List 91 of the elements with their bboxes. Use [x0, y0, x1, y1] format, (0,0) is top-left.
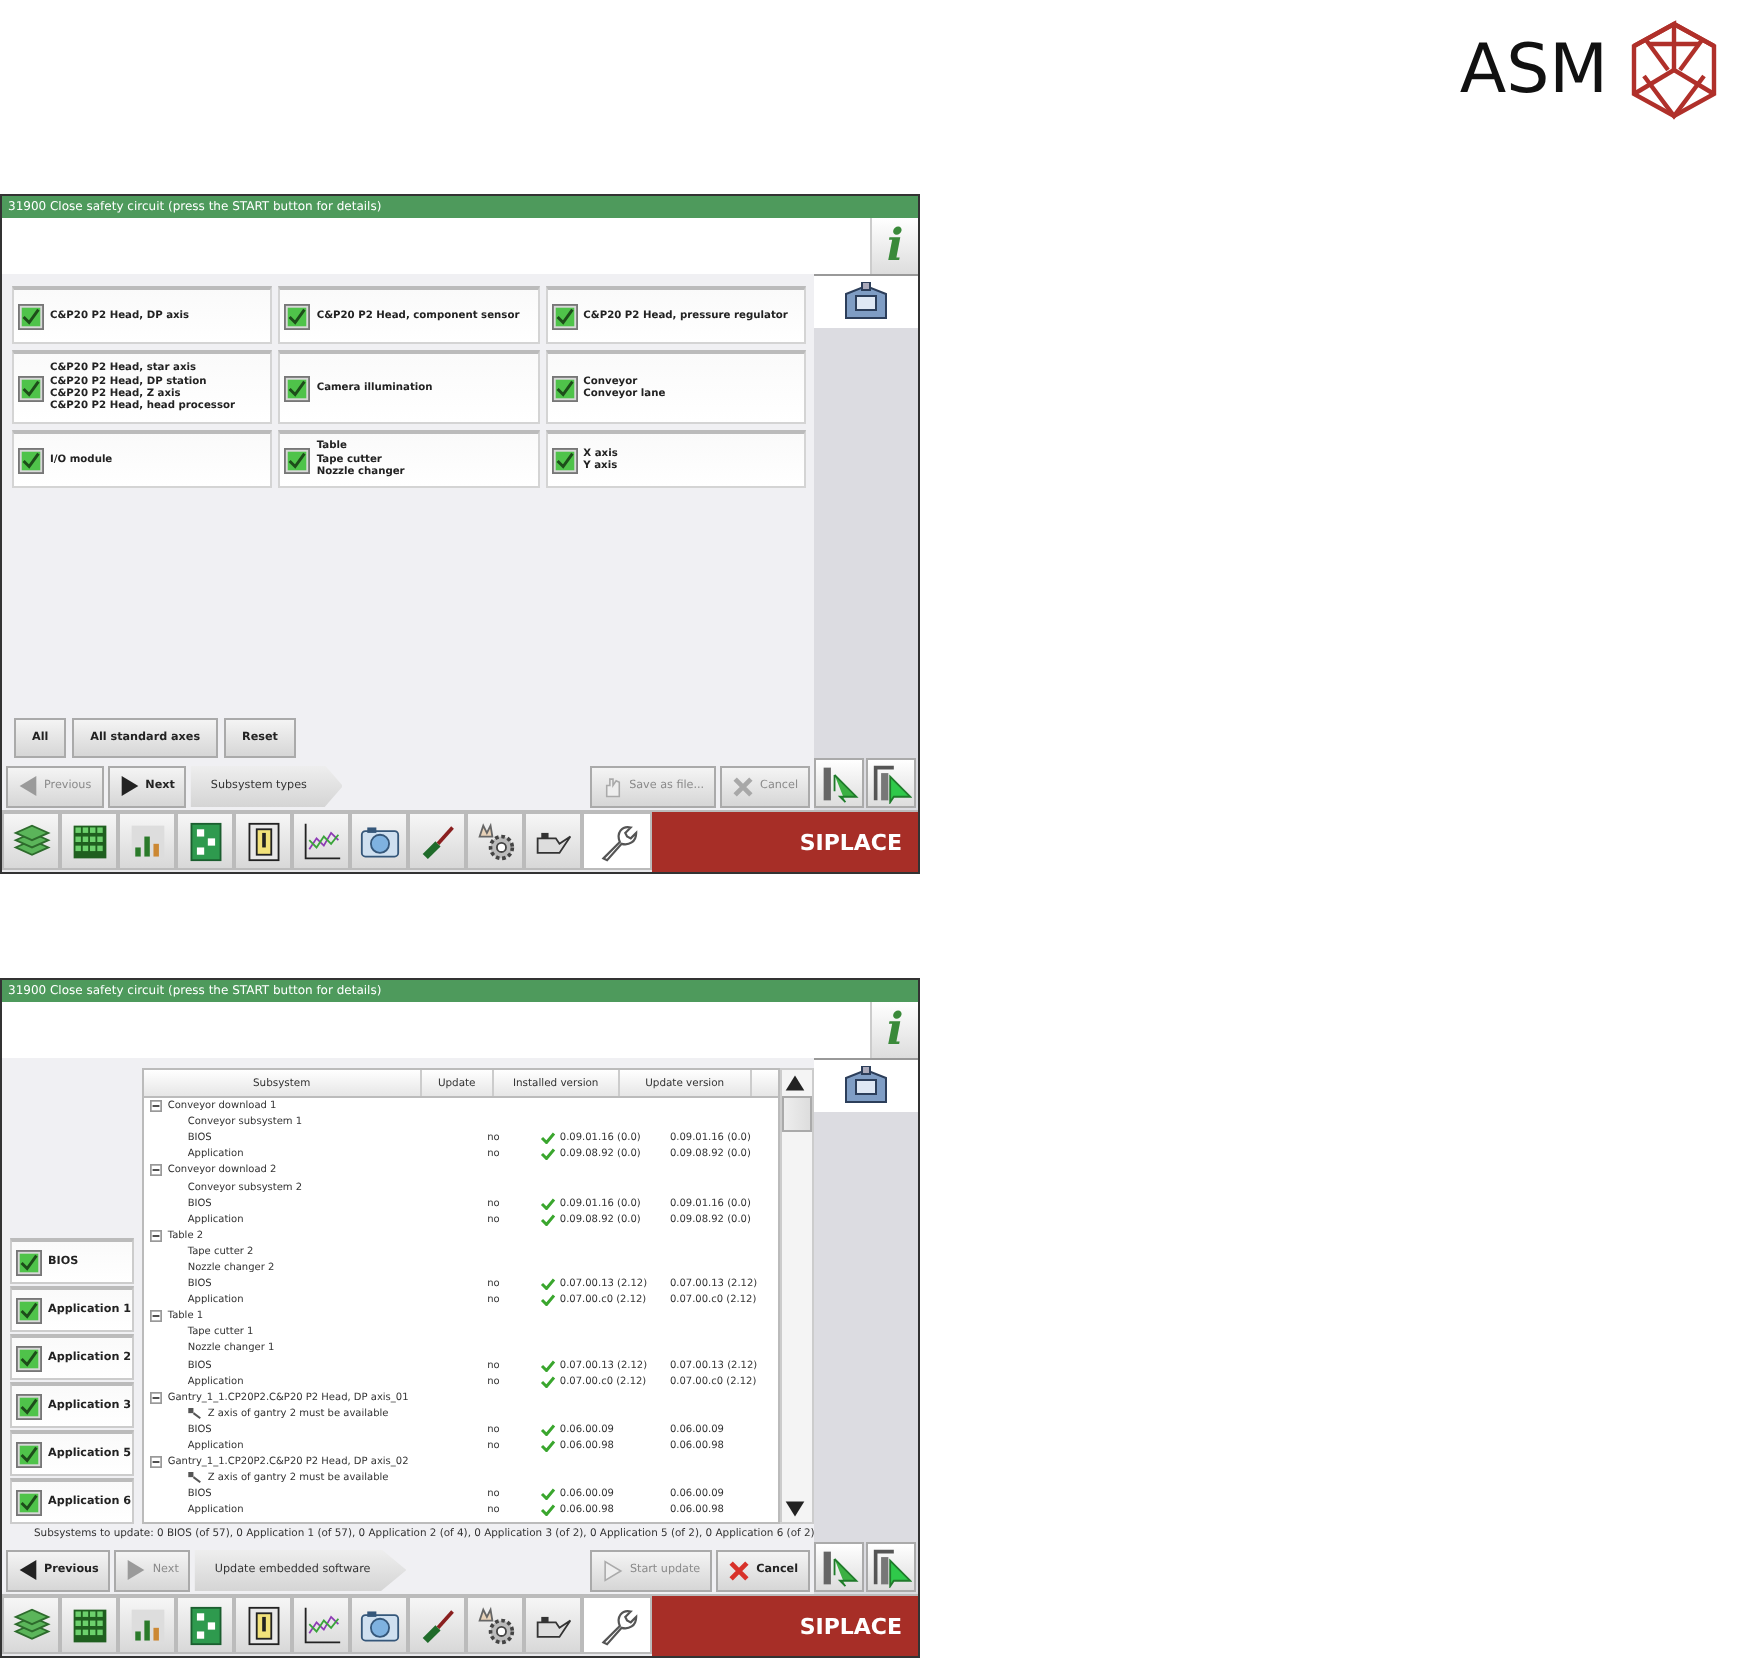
taskbar-button[interactable] [60, 1596, 118, 1654]
play-icon [601, 1559, 624, 1581]
expander-icon[interactable] [149, 1100, 162, 1113]
taskbar-button[interactable] [292, 1596, 350, 1654]
line-chart-icon [301, 821, 341, 861]
arrow-button[interactable] [814, 758, 864, 808]
close-icon [728, 1559, 751, 1581]
expander-icon[interactable] [149, 1456, 162, 1469]
taskbar-button[interactable] [234, 812, 292, 870]
checkbox[interactable] [551, 303, 578, 329]
grid-icon [69, 1605, 109, 1645]
camera-icon [359, 821, 399, 861]
checkbox[interactable] [16, 1489, 42, 1515]
side-tab[interactable] [814, 1058, 918, 1112]
taskbar-button[interactable] [466, 1596, 524, 1654]
taskbar-button[interactable] [524, 812, 582, 870]
arrow-icon [871, 763, 911, 803]
checkbox[interactable] [16, 1345, 42, 1371]
circuit-board-icon [185, 821, 225, 861]
grid-icon [69, 821, 109, 861]
screwdriver-icon [417, 821, 457, 861]
checkbox[interactable] [18, 375, 44, 401]
expander-icon[interactable] [149, 1310, 162, 1323]
forward-icon [119, 774, 140, 798]
bar-chart-icon [127, 1605, 167, 1645]
screwdriver-icon [417, 1605, 457, 1645]
taskbar-button[interactable] [176, 812, 234, 870]
side-tab[interactable] [814, 274, 918, 328]
stack-icon [11, 821, 51, 861]
wrench-icon [597, 1605, 637, 1645]
checkbox[interactable] [16, 1249, 42, 1275]
forward-icon [126, 1558, 147, 1582]
checkbox[interactable] [18, 447, 44, 473]
brand-text: SIPLACE [799, 1613, 902, 1639]
taskbar-button[interactable] [350, 1596, 408, 1654]
checkbox[interactable] [284, 447, 311, 473]
checkbox[interactable] [551, 447, 578, 473]
back-icon [18, 774, 38, 798]
checkbox[interactable] [16, 1393, 42, 1419]
arrow-button[interactable] [866, 758, 916, 808]
tool-icon [187, 1407, 204, 1420]
taskbar-button[interactable] [60, 812, 118, 870]
bar-chart-icon [127, 821, 167, 861]
brand-text: SIPLACE [799, 829, 902, 855]
info-button[interactable]: i [870, 1002, 918, 1058]
arrow-icon [819, 763, 859, 803]
cabinet-icon [243, 1605, 283, 1645]
taskbar-button[interactable] [350, 812, 408, 870]
checkbox[interactable] [551, 375, 578, 401]
taskbar-button[interactable] [234, 1596, 292, 1654]
machine-icon [842, 1066, 890, 1106]
line-chart-icon [301, 1605, 341, 1645]
close-icon [732, 775, 755, 797]
arrow-button[interactable] [866, 1542, 916, 1592]
camera-icon [359, 1605, 399, 1645]
taskbar-button[interactable] [408, 812, 466, 870]
tool-icon [187, 1472, 204, 1485]
taskbar-button[interactable] [408, 1596, 466, 1654]
arrow-icon [871, 1547, 911, 1587]
checkbox[interactable] [16, 1441, 42, 1467]
machine-icon [842, 282, 890, 322]
hand-gear-icon [475, 821, 515, 861]
hand-icon [601, 775, 624, 797]
scroll-thumb[interactable] [782, 1096, 812, 1132]
checkbox[interactable] [16, 1297, 42, 1323]
hand-gear-icon [475, 1605, 515, 1645]
taskbar-button[interactable] [582, 812, 652, 870]
logo-text: ASM [1459, 30, 1608, 110]
expander-icon[interactable] [149, 1164, 162, 1177]
info-button[interactable]: i [870, 218, 918, 274]
taskbar-button[interactable] [176, 1596, 234, 1654]
scrollbar[interactable] [780, 1068, 814, 1524]
circuit-board-icon [185, 1605, 225, 1645]
stack-icon [11, 1605, 51, 1645]
arrow-button[interactable] [814, 1542, 864, 1592]
taskbar-button[interactable] [292, 812, 350, 870]
cabinet-icon [243, 821, 283, 861]
back-icon [18, 1558, 38, 1582]
expander-icon[interactable] [149, 1229, 162, 1242]
taskbar-button[interactable] [524, 1596, 582, 1654]
checkbox[interactable] [284, 303, 311, 329]
scroll-down-icon[interactable] [782, 1496, 809, 1522]
logo-icon [1628, 20, 1720, 120]
checkbox[interactable] [18, 303, 44, 329]
taskbar-button[interactable] [466, 812, 524, 870]
expander-icon[interactable] [149, 1391, 162, 1404]
checkbox[interactable] [284, 375, 311, 401]
wrench-icon [597, 821, 637, 861]
scroll-up-icon[interactable] [782, 1070, 809, 1096]
taskbar-button[interactable] [582, 1596, 652, 1654]
arrow-icon [819, 1547, 859, 1587]
